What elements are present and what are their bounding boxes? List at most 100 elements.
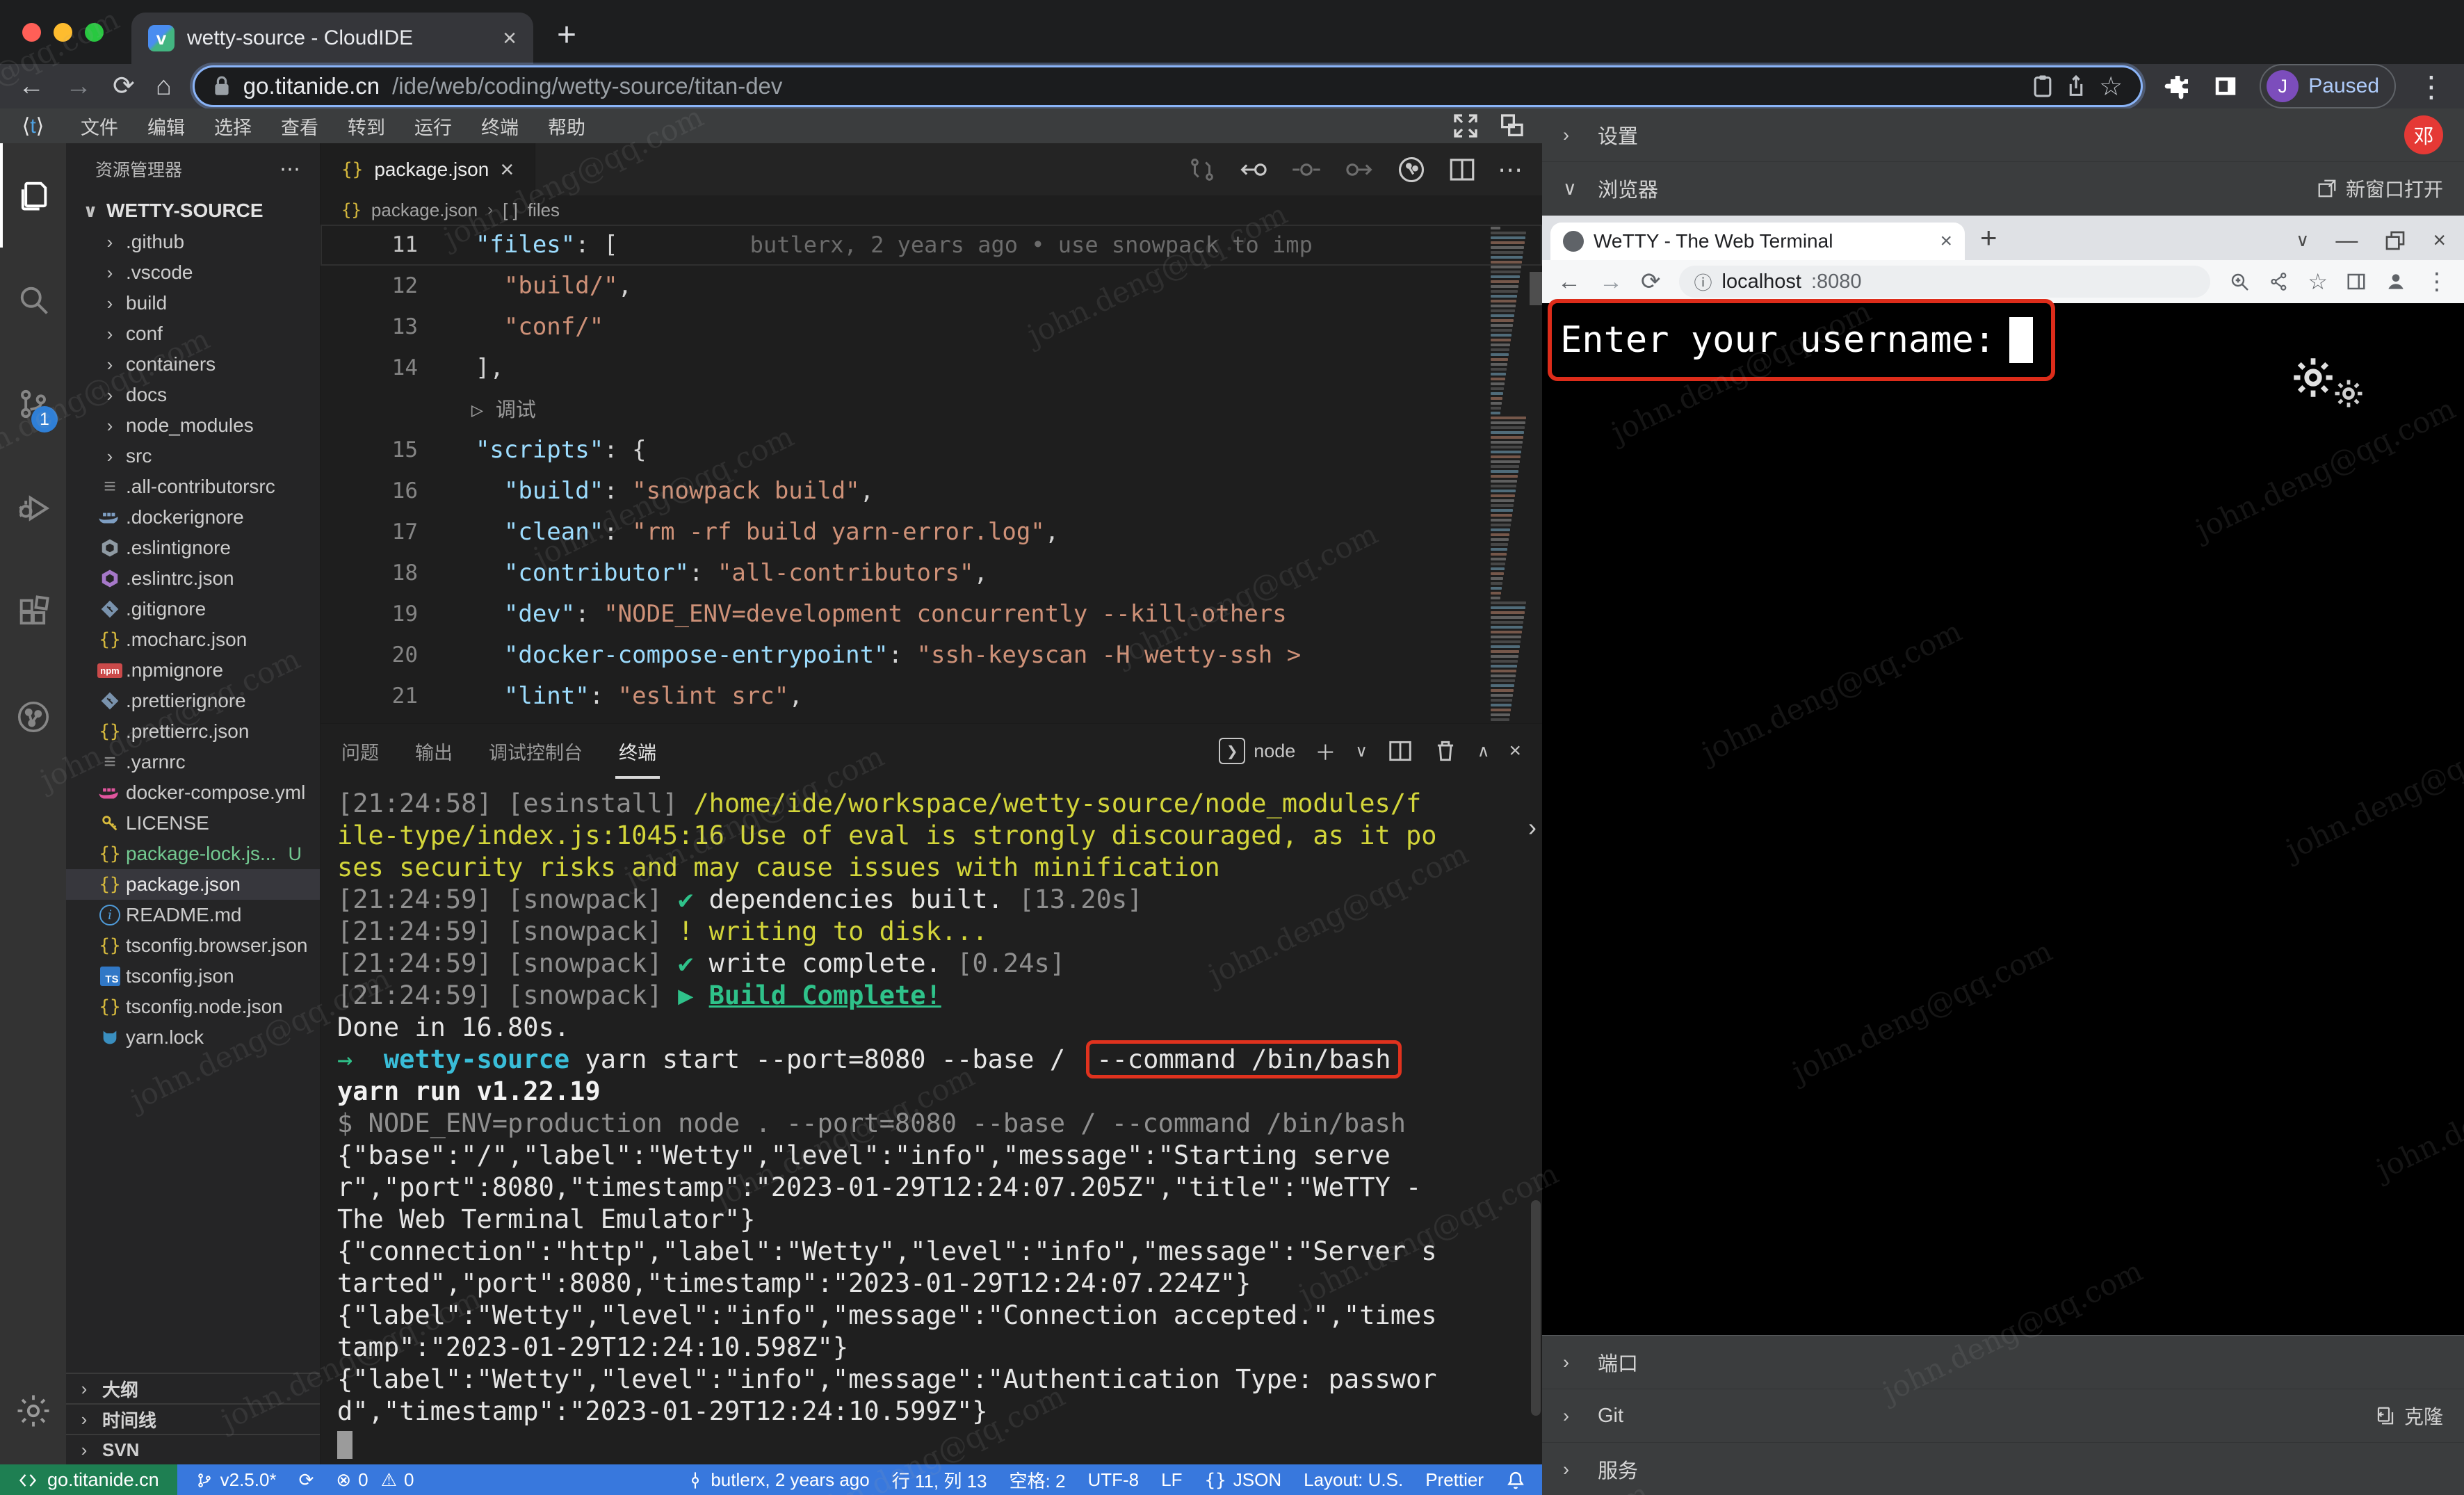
tree-file-.all-contributorsrc[interactable]: ≡.all-contributorsrc <box>66 471 320 502</box>
extensions-icon[interactable] <box>0 560 66 665</box>
tree-file-.dockerignore[interactable]: .dockerignore <box>66 502 320 533</box>
shell-selector[interactable]: ❯ node <box>1219 738 1295 764</box>
tree-file-package.json[interactable]: {}package.json <box>66 869 320 900</box>
embedded-side-panel-icon[interactable] <box>2346 271 2367 292</box>
explorer-icon[interactable] <box>0 143 66 248</box>
tree-folder-containers[interactable]: ›containers <box>66 349 320 380</box>
wetty-settings-gears-icon[interactable] <box>2287 352 2367 412</box>
keyboard-layout[interactable]: Layout: U.S. <box>1292 1469 1414 1491</box>
embedded-minimize-icon[interactable]: — <box>2335 227 2358 253</box>
code-line-20[interactable]: 20 "docker-compose-entrypoint": "ssh-key… <box>321 635 1542 676</box>
zoom-in-icon[interactable] <box>2228 270 2251 293</box>
menu-item-3[interactable]: 查看 <box>266 113 333 140</box>
close-panel-icon[interactable]: × <box>1509 739 1521 763</box>
tree-file-tsconfig.node.json[interactable]: {}tsconfig.node.json <box>66 992 320 1022</box>
tree-folder-build[interactable]: ›build <box>66 288 320 318</box>
run-debug-icon[interactable] <box>0 456 66 560</box>
fullscreen-icon[interactable] <box>1452 112 1480 140</box>
browser-section-header[interactable]: ∨ 浏览器 新窗口打开 <box>1542 162 2464 216</box>
tree-file-.prettierignore[interactable]: .prettierignore <box>66 686 320 716</box>
close-window-button[interactable] <box>22 23 41 42</box>
search-icon[interactable] <box>0 248 66 352</box>
tree-file-package-lock.js...[interactable]: {}package-lock.js...U <box>66 839 320 869</box>
share-icon[interactable] <box>2269 271 2289 292</box>
embedded-new-tab-button[interactable]: + <box>1980 221 1997 254</box>
back-icon[interactable]: ← <box>18 73 44 99</box>
split-editor-icon[interactable] <box>1448 155 1477 184</box>
codelens-row[interactable]: ▷ 调试 <box>321 389 1542 430</box>
terminal-output[interactable]: [21:24:58] [esinstall] /home/ide/workspa… <box>321 778 1542 1464</box>
code-line-16[interactable]: 16 "build": "snowpack build", <box>321 471 1542 512</box>
embedded-close-icon[interactable]: × <box>2433 227 2446 253</box>
code-line-14[interactable]: 14 ], <box>321 348 1542 389</box>
compare-changes-icon[interactable] <box>1188 155 1217 184</box>
breadcrumb-node[interactable]: files <box>528 200 560 221</box>
tree-folder-conf[interactable]: ›conf <box>66 318 320 349</box>
editor-more-icon[interactable]: ⋯ <box>1498 155 1523 184</box>
formatter[interactable]: Prettier <box>1414 1469 1495 1491</box>
kill-terminal-icon[interactable] <box>1433 738 1458 764</box>
tree-file-yarn.lock[interactable]: yarn.lock <box>66 1022 320 1053</box>
menu-item-7[interactable]: 帮助 <box>533 113 600 140</box>
source-control-icon[interactable]: 1 <box>0 352 66 456</box>
user-badge[interactable]: 邓 <box>2404 115 2443 154</box>
embedded-restore-icon[interactable] <box>2384 229 2406 252</box>
embedded-forward-icon[interactable]: → <box>1599 268 1623 296</box>
notifications-bell-icon[interactable] <box>1495 1470 1542 1491</box>
side-panel-icon[interactable] <box>2212 73 2239 99</box>
tree-file-tsconfig.json[interactable]: TStsconfig.json <box>66 961 320 992</box>
editor-tab-close-icon[interactable]: × <box>500 158 514 181</box>
tree-folder-docs[interactable]: ›docs <box>66 380 320 410</box>
breadcrumb-file[interactable]: package.json <box>371 200 478 221</box>
menu-item-5[interactable]: 运行 <box>400 113 467 140</box>
home-icon[interactable]: ⌂ <box>156 73 172 99</box>
eol[interactable]: LF <box>1150 1469 1193 1491</box>
terminal-scrollbar[interactable] <box>1531 1200 1541 1416</box>
editor-scrollbar[interactable] <box>1530 272 1542 305</box>
code-line-19[interactable]: 19 "dev": "NODE_ENV=development concurre… <box>321 594 1542 635</box>
panel-expand-icon[interactable]: › <box>1528 813 1537 842</box>
wetty-tab-close-icon[interactable]: × <box>1940 231 1952 252</box>
git-section-header[interactable]: ›Git 克隆 <box>1542 1389 2464 1443</box>
menu-item-0[interactable]: 文件 <box>66 113 133 140</box>
clipboard-icon[interactable] <box>2032 74 2053 98</box>
breadcrumb[interactable]: {} package.json › [ ] files <box>321 195 1542 225</box>
split-terminal-icon[interactable] <box>1387 738 1413 764</box>
editor-tab-package-json[interactable]: {} package.json × <box>321 143 535 195</box>
menu-item-1[interactable]: 编辑 <box>133 113 200 140</box>
wetty-tab[interactable]: WeTTY - The Web Terminal × <box>1550 223 1965 260</box>
code-editor[interactable]: 11 "files": [butlerx, 2 years ago • use … <box>321 225 1542 723</box>
menu-item-6[interactable]: 终端 <box>467 113 533 140</box>
tree-file-docker-compose.yml[interactable]: docker-compose.yml <box>66 777 320 808</box>
url-bar[interactable]: go.titanide.cn /ide/web/coding/wetty-sou… <box>193 65 2143 107</box>
zoom-window-button[interactable] <box>85 23 104 42</box>
tree-file-LICENSE[interactable]: LICENSE <box>66 808 320 839</box>
wetty-terminal[interactable]: Enter your username: <box>1542 303 2464 1335</box>
tree-file-.eslintrc.json[interactable]: .eslintrc.json <box>66 563 320 594</box>
open-changes-icon[interactable] <box>1396 154 1427 185</box>
settings-gear-icon[interactable] <box>0 1392 66 1430</box>
previous-change-icon[interactable] <box>1238 155 1270 184</box>
language-mode[interactable]: {} JSON <box>1193 1469 1292 1491</box>
services-section-header[interactable]: ›服务 <box>1542 1443 2464 1495</box>
bookmark-star-icon[interactable]: ☆ <box>2308 268 2328 295</box>
extensions-puzzle-icon[interactable] <box>2164 72 2191 100</box>
git-blame-status[interactable]: butlerx, 2 years ago <box>676 1469 880 1491</box>
embedded-reload-icon[interactable]: ⟳ <box>1641 268 1661 296</box>
browser-tab[interactable]: v wetty-source - CloudIDE × <box>131 13 533 64</box>
encoding[interactable]: UTF-8 <box>1076 1469 1150 1491</box>
sync-icon[interactable]: ⟳ <box>288 1469 325 1491</box>
sidebar-section-2[interactable]: ›SVN <box>66 1434 320 1464</box>
cursor-position[interactable]: 行 11, 列 13 <box>881 1467 998 1493</box>
code-line-15[interactable]: 15 "scripts": { <box>321 430 1542 471</box>
tree-file-.yarnrc[interactable]: ≡.yarnrc <box>66 747 320 777</box>
panel-tab-2[interactable]: 调试控制台 <box>489 725 583 777</box>
tree-folder-src[interactable]: ›src <box>66 441 320 471</box>
sidebar-section-1[interactable]: ›时间线 <box>66 1403 320 1434</box>
tree-file-tsconfig.browser.json[interactable]: {}tsconfig.browser.json <box>66 930 320 961</box>
menu-item-4[interactable]: 转到 <box>333 113 400 140</box>
clone-button[interactable]: 克隆 <box>2375 1402 2443 1430</box>
forward-icon[interactable]: → <box>65 73 92 99</box>
tree-file-.mocharc.json[interactable]: {}.mocharc.json <box>66 624 320 655</box>
maximize-panel-icon[interactable]: ∧ <box>1477 741 1490 761</box>
